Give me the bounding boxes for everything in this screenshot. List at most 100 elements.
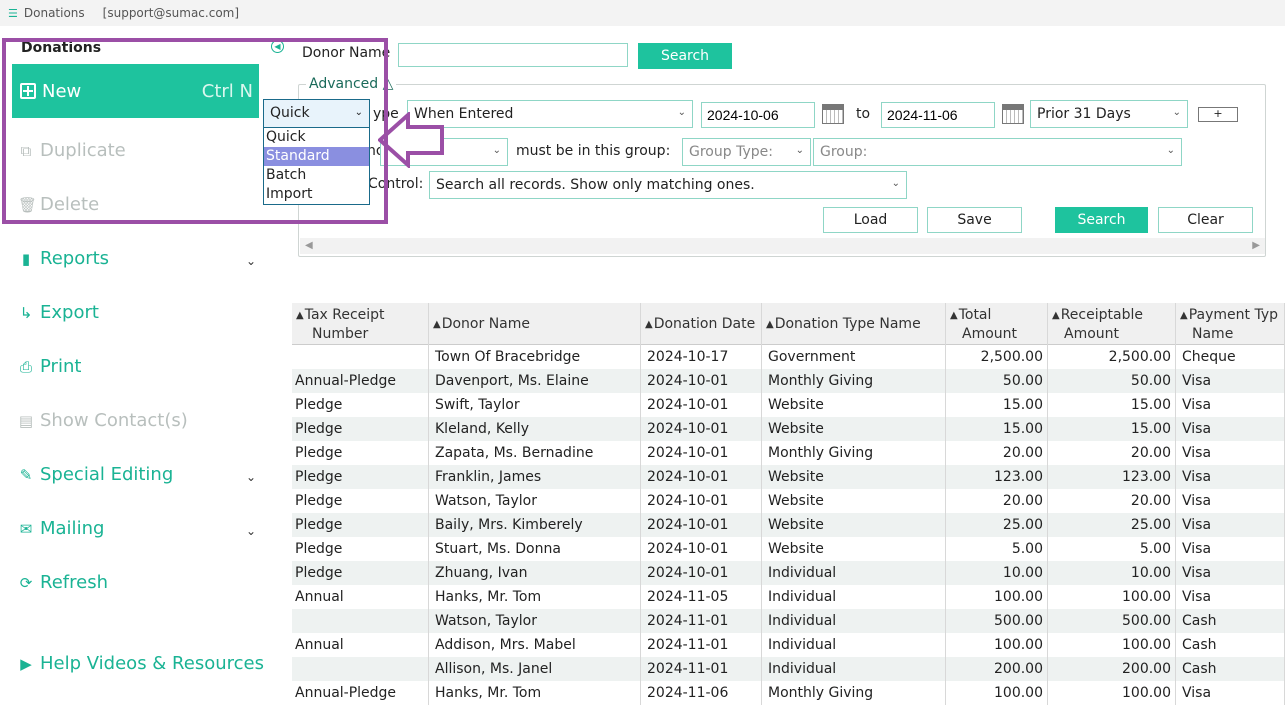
column-header[interactable]: ▲Tax Receipt Number	[292, 303, 429, 345]
scroll-left-icon[interactable]: ◀	[305, 240, 313, 251]
entry-mode-option-import[interactable]: Import	[264, 185, 369, 204]
table-row[interactable]: Pledge Swift, Taylor 2024-10-01 Website 15.0…	[292, 393, 1285, 417]
table-cell: Pledge	[292, 441, 429, 465]
table-cell: 5.00	[1048, 537, 1176, 561]
table-row[interactable]: Pledge Baily, Mrs. Kimberely 2024-10-01 Web…	[292, 513, 1285, 537]
column-header[interactable]: ▲Payment Typ Name	[1176, 303, 1285, 345]
chevron-down-icon: ⌄	[492, 145, 501, 156]
donor-name-input[interactable]	[398, 43, 628, 67]
period-select[interactable]: Prior 31 Days ⌄	[1030, 100, 1188, 128]
table-row[interactable]: Watson, Taylor 2024-11-01 Individual 500.00…	[292, 609, 1285, 633]
sidebar: Donations ◀ New Ctrl N ⧉ Duplicate 🗑 Del…	[0, 26, 290, 705]
horizontal-scrollbar[interactable]: ◀ ▶	[300, 238, 1265, 254]
collapse-sidebar-icon[interactable]: ◀	[271, 40, 284, 53]
print-button[interactable]: ⎙ Print	[18, 356, 81, 377]
calendar-icon[interactable]	[822, 104, 844, 124]
table-cell: 2024-10-01	[641, 369, 762, 393]
table-row[interactable]: Pledge Stuart, Ms. Donna 2024-10-01 Website…	[292, 537, 1285, 561]
column-header-label: Donation Date	[653, 316, 756, 332]
table-cell	[292, 345, 429, 369]
bar-chart-icon: ▮	[21, 249, 31, 268]
app-logo-icon: ☰	[8, 6, 18, 20]
table-cell: 2024-11-06	[641, 681, 762, 705]
table-row[interactable]: Annual-Pledge Davenport, Ms. Elaine 2024-1…	[292, 369, 1285, 393]
refresh-label: Refresh	[40, 572, 108, 593]
table-row[interactable]: Allison, Ms. Janel 2024-11-01 Individual 20…	[292, 657, 1285, 681]
advanced-search-button[interactable]: Search	[1055, 207, 1148, 233]
sort-ascending-icon: ▲	[950, 310, 958, 321]
calendar-icon[interactable]	[1002, 104, 1024, 124]
date-to-input[interactable]	[881, 102, 995, 128]
table-cell: 50.00	[1048, 369, 1176, 393]
table-row[interactable]: Pledge Watson, Taylor 2024-10-01 Website 20.…	[292, 489, 1285, 513]
entry-mode-option-standard[interactable]: Standard	[264, 147, 369, 166]
table-row[interactable]: Pledge Zhuang, Ivan 2024-10-01 Individual 10…	[292, 561, 1285, 585]
column-header[interactable]: ▲Total Amount	[946, 303, 1048, 345]
search-control-select[interactable]: Search all records. Show only matching o…	[429, 171, 907, 199]
mailing-chevron-down-icon[interactable]: ⌄	[246, 524, 256, 538]
table-row[interactable]: Annual-Pledge Hanks, Mr. Tom 2024-11-06 Mon…	[292, 681, 1285, 705]
delete-label: Delete	[40, 194, 100, 215]
table-cell: 20.00	[1048, 489, 1176, 513]
delete-button[interactable]: 🗑 Delete	[18, 194, 99, 215]
show-contacts-button[interactable]: ▤ Show Contact(s)	[18, 410, 188, 431]
table-cell: Individual	[762, 609, 946, 633]
refresh-icon: ⟳	[19, 573, 33, 592]
reports-chevron-down-icon[interactable]: ⌄	[246, 254, 256, 268]
table-cell: Kleland, Kelly	[429, 417, 641, 441]
refresh-button[interactable]: ⟳ Refresh	[18, 572, 108, 593]
table-cell: 2024-10-01	[641, 513, 762, 537]
entry-mode-dropdown[interactable]: Quick ⌄ Quick Standard Batch Import	[263, 99, 370, 205]
table-cell: Annual-Pledge	[292, 681, 429, 705]
table-row[interactable]: Annual Addison, Mrs. Mabel 2024-11-01 Indiv…	[292, 633, 1285, 657]
table-cell: 2024-11-01	[641, 609, 762, 633]
group-select[interactable]: Group: ⌄	[813, 138, 1182, 166]
table-row[interactable]: Pledge Franklin, James 2024-10-01 Website 12…	[292, 465, 1285, 489]
export-button[interactable]: ↳ Export	[18, 302, 99, 323]
duplicate-button[interactable]: ⧉ Duplicate	[18, 140, 126, 161]
entry-mode-option-batch[interactable]: Batch	[264, 166, 369, 185]
column-header[interactable]: ▲Donation Date	[641, 303, 762, 345]
special-editing-menu[interactable]: ✎ Special Editing	[18, 464, 174, 485]
table-row[interactable]: Annual Hanks, Mr. Tom 2024-11-05 Individual…	[292, 585, 1285, 609]
special-editing-chevron-down-icon[interactable]: ⌄	[246, 470, 256, 484]
clear-button[interactable]: Clear	[1158, 207, 1253, 233]
entry-mode-option-quick[interactable]: Quick	[264, 128, 369, 147]
advanced-toggle[interactable]: Advanced △	[306, 76, 397, 92]
date-from-input[interactable]	[701, 102, 815, 128]
entry-mode-value: Quick	[270, 105, 310, 121]
column-header[interactable]: ▲Donation Type Name	[762, 303, 946, 345]
help-videos-button[interactable]: ▶ Help Videos & Resources	[18, 653, 264, 674]
table-cell: Hanks, Mr. Tom	[429, 681, 641, 705]
table-row[interactable]: Town Of Bracebridge 2024-10-17 Government 2…	[292, 345, 1285, 369]
column-header[interactable]: ▲Donor Name	[429, 303, 641, 345]
mailing-menu[interactable]: ✉ Mailing	[18, 518, 105, 539]
reports-menu[interactable]: ▮ Reports	[18, 248, 109, 269]
table-cell: Pledge	[292, 561, 429, 585]
chevron-down-icon: ⌄	[1166, 145, 1175, 156]
group-type-select[interactable]: Group Type: ⌄	[682, 138, 811, 166]
table-cell: 20.00	[946, 441, 1048, 465]
entry-mode-selected[interactable]: Quick ⌄	[264, 100, 369, 128]
date-type-select[interactable]: When Entered ⌄	[407, 100, 693, 128]
table-cell: 15.00	[1048, 393, 1176, 417]
new-button[interactable]: New Ctrl N	[12, 64, 259, 118]
to-label: to	[856, 106, 871, 122]
table-cell: 25.00	[946, 513, 1048, 537]
group-type-placeholder: Group Type:	[689, 144, 773, 160]
table-row[interactable]: Pledge Kleland, Kelly 2024-10-01 Website 15.…	[292, 417, 1285, 441]
table-cell: Annual-Pledge	[292, 369, 429, 393]
table-cell: Visa	[1176, 489, 1285, 513]
video-icon: ▶	[20, 654, 32, 673]
scroll-right-icon[interactable]: ▶	[1252, 240, 1260, 251]
table-row[interactable]: Pledge Zapata, Ms. Bernadine 2024-10-01 Mon…	[292, 441, 1285, 465]
load-button[interactable]: Load	[823, 207, 918, 233]
column-header-label: Tax Receipt	[304, 307, 385, 323]
add-criteria-button[interactable]: +	[1198, 107, 1238, 122]
search-button[interactable]: Search	[638, 43, 732, 69]
column-header[interactable]: ▲Receiptable Amount	[1048, 303, 1176, 345]
table-cell: 2024-10-01	[641, 489, 762, 513]
table-cell: 2024-10-01	[641, 465, 762, 489]
save-button[interactable]: Save	[927, 207, 1022, 233]
column-header-label: Amount	[962, 326, 1018, 342]
